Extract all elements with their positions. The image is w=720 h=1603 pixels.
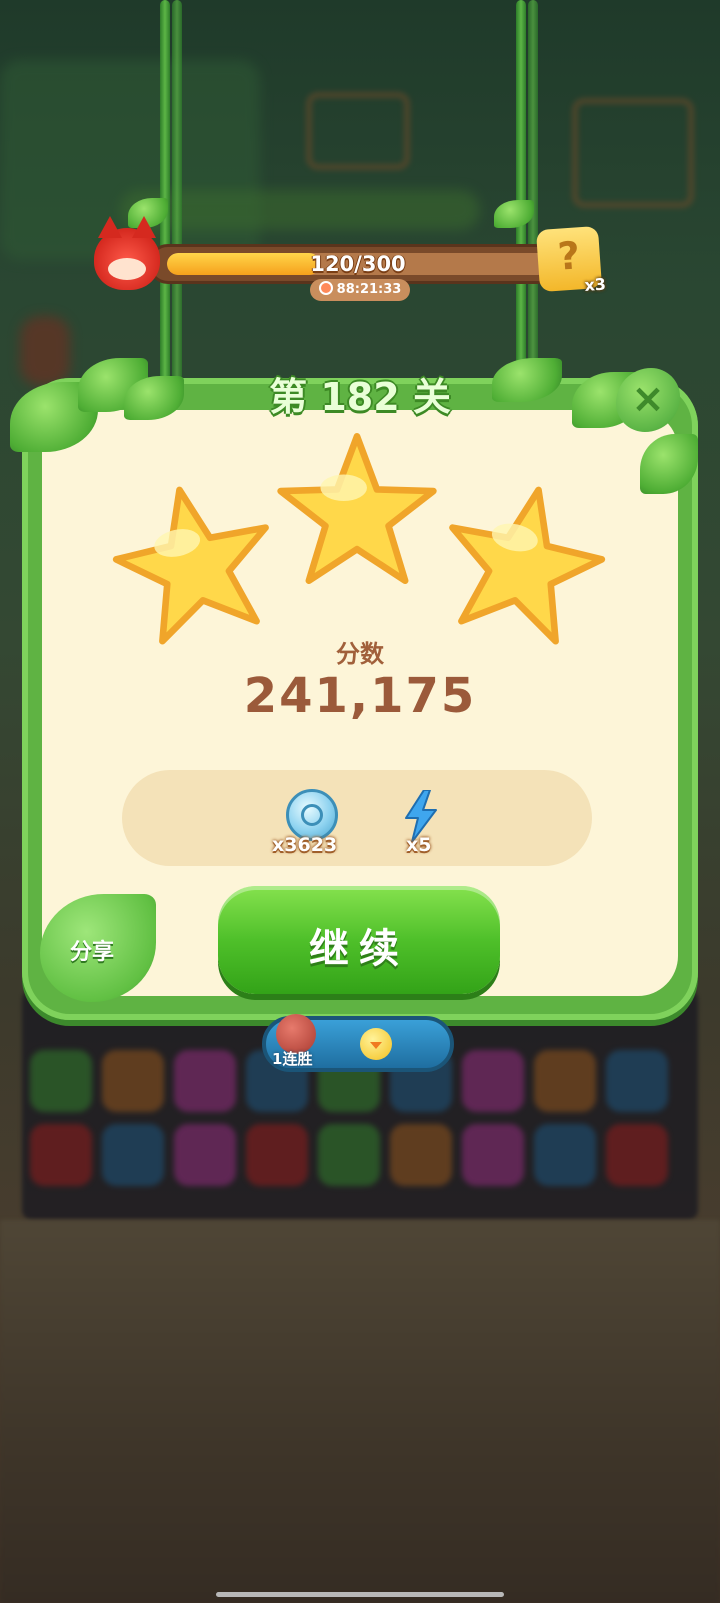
star-icon-center <box>274 428 440 594</box>
board-tile <box>246 1124 308 1186</box>
background-sign <box>572 98 694 208</box>
share-label: 分享 <box>70 940 115 965</box>
streak-count: 1 <box>272 1050 283 1068</box>
rewards-strip <box>122 770 592 866</box>
board-tile <box>174 1050 236 1112</box>
home-indicator[interactable] <box>216 1592 504 1597</box>
win-streak-badge: 1连胜 <box>262 1014 454 1072</box>
board-tile <box>534 1124 596 1186</box>
score-label: 分数 <box>336 640 384 668</box>
board-tile <box>174 1124 236 1186</box>
star-icon-left <box>97 465 294 662</box>
score-value: 241,175 <box>243 668 477 724</box>
board-tile <box>462 1124 524 1186</box>
background-picture-frame <box>306 92 410 170</box>
star-shape <box>449 486 606 645</box>
board-tile <box>30 1050 92 1112</box>
progress-text: 120/300 <box>310 252 406 276</box>
vine <box>172 0 182 380</box>
timer-text: 88:21:33 <box>336 282 402 297</box>
board-tile <box>318 1124 380 1186</box>
chick-icon <box>360 1028 392 1060</box>
continue-label: 继续 <box>309 926 409 972</box>
mystery-count: x3 <box>583 274 607 295</box>
level-progress-bar: 120/300 <box>148 244 568 284</box>
streak-text: 连胜 <box>282 1050 313 1068</box>
close-icon: × <box>631 376 665 422</box>
level-title: 第 182 关 <box>269 375 451 419</box>
board-tile <box>606 1124 668 1186</box>
question-mark-icon: ? <box>556 233 582 279</box>
board-tile <box>30 1124 92 1186</box>
event-timer: 88:21:33 <box>310 279 410 301</box>
lightning-reward-count: x5 <box>406 834 432 856</box>
mystery-reward-button[interactable]: ? x3 <box>535 225 606 295</box>
star-shape <box>277 432 437 585</box>
board-tile <box>606 1050 668 1112</box>
streak-label: 1连胜 <box>272 1048 312 1069</box>
board-tile <box>462 1050 524 1112</box>
fox-face <box>108 258 146 280</box>
vine <box>160 0 170 380</box>
fox-avatar-icon[interactable] <box>94 216 160 290</box>
background-floor <box>0 1220 720 1603</box>
vine <box>516 0 526 380</box>
star-shape <box>112 486 269 645</box>
coin-reward-count: x3623 <box>272 834 338 856</box>
coin-icon-inner <box>301 804 323 826</box>
board-tile <box>390 1124 452 1186</box>
clock-icon <box>318 281 333 295</box>
board-tile <box>102 1124 164 1186</box>
star-icon-right <box>425 465 622 662</box>
board-tile <box>534 1050 596 1112</box>
board-tile <box>102 1050 164 1112</box>
continue-button[interactable]: 继续 <box>218 886 500 994</box>
vine <box>528 0 538 380</box>
